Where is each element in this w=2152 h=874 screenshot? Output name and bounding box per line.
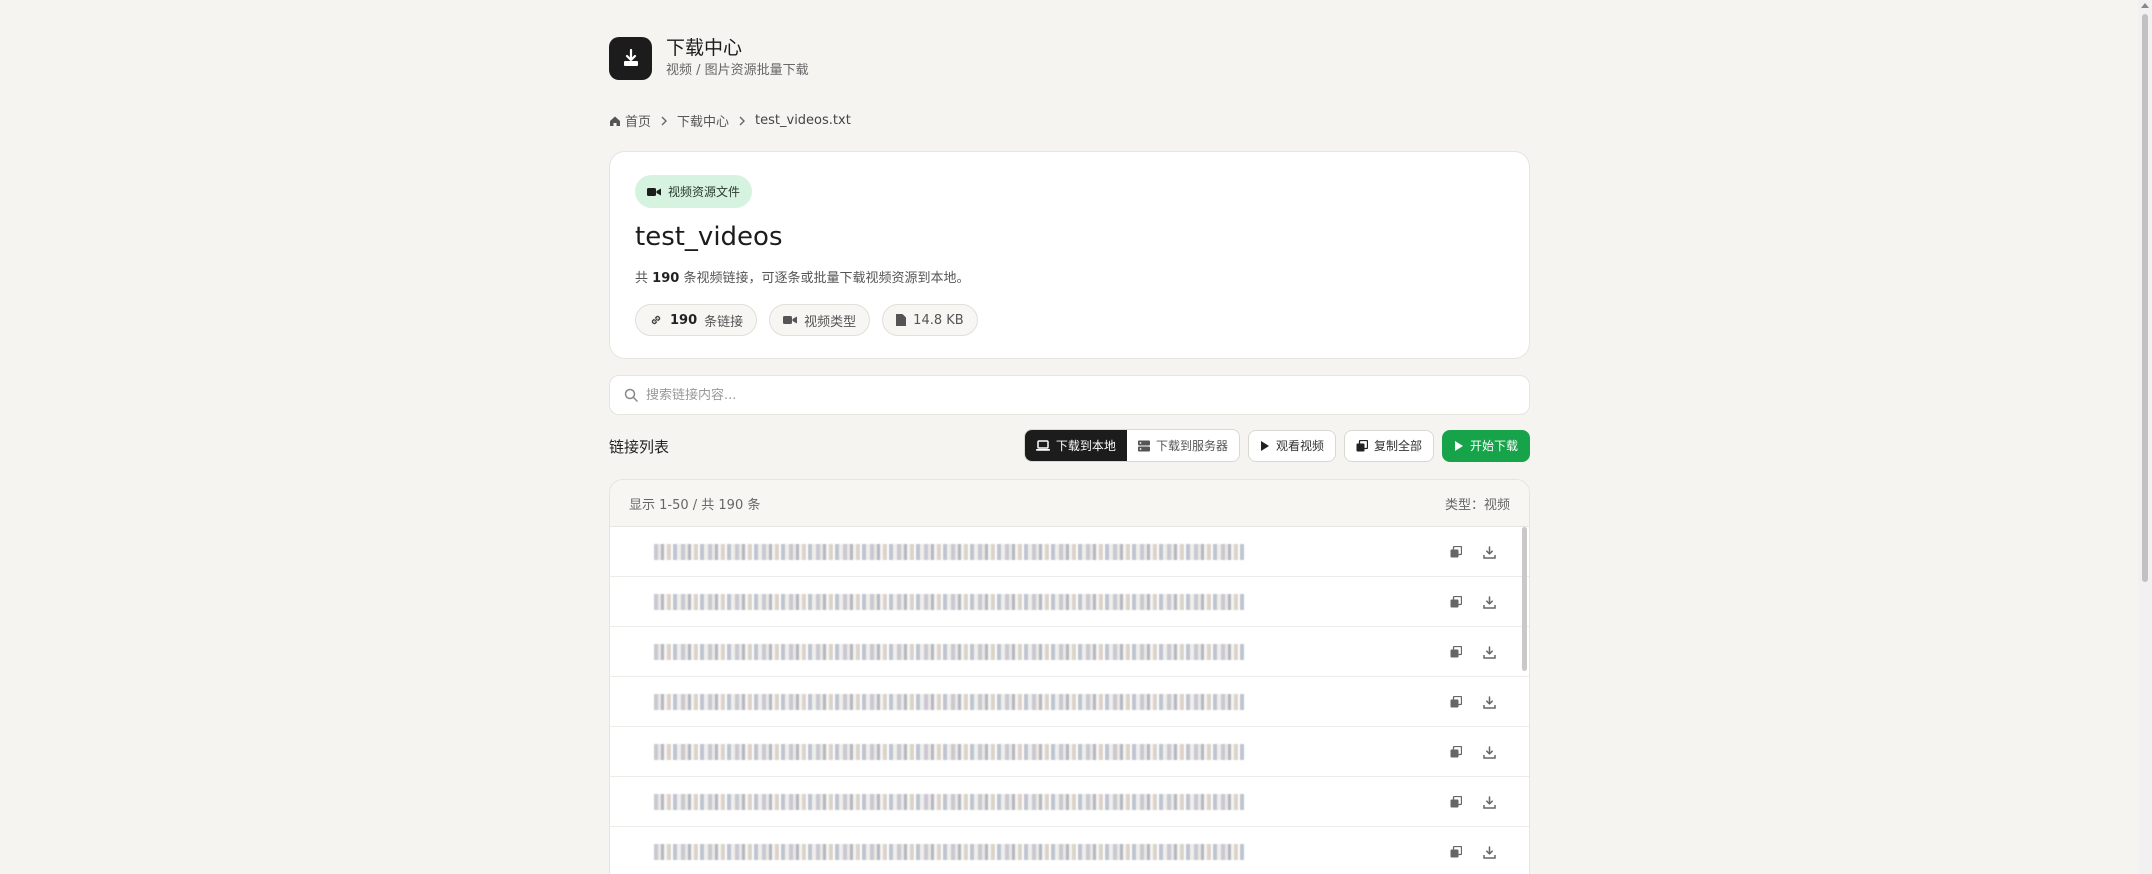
search-input[interactable] <box>646 387 1529 403</box>
watch-video-button[interactable]: 观看视频 <box>1247 429 1336 462</box>
links-count-label: 条链接 <box>704 314 744 330</box>
list-item <box>610 677 1529 727</box>
laptop-icon <box>1035 440 1050 451</box>
copy-icon[interactable] <box>1447 593 1465 611</box>
video-type-chip: 视频类型 <box>769 304 871 336</box>
copy-icon[interactable] <box>1447 843 1465 861</box>
server-icon <box>1137 440 1150 451</box>
watch-video-label: 观看视频 <box>1275 439 1324 453</box>
list-type: 类型：视频 <box>1444 497 1510 513</box>
copy-icon[interactable] <box>1447 693 1465 711</box>
link-list: 显示 1-50 / 共 190 条 类型：视频 <box>609 479 1530 874</box>
list-item <box>610 627 1529 677</box>
file-desc-suffix: 条视频链接，可逐条或批量下载视频资源到本地。 <box>683 271 970 286</box>
download-local-button[interactable]: 下载到本地 <box>1024 430 1127 461</box>
copy-all-label: 复制全部 <box>1373 439 1422 453</box>
link-text[interactable] <box>654 594 1244 610</box>
app-logo <box>609 36 652 80</box>
file-stats: 190 条链接 视频类型 14.8 KB <box>635 304 978 336</box>
list-item <box>610 827 1529 874</box>
download-icon[interactable] <box>1480 793 1498 811</box>
list-item <box>610 527 1529 577</box>
file-size-chip: 14.8 KB <box>882 304 978 336</box>
file-info-card: 视频资源文件 test_videos 共 190 条视频链接，可逐条或批量下载视… <box>609 151 1530 359</box>
download-icon[interactable] <box>1480 593 1498 611</box>
download-icon[interactable] <box>1480 843 1498 861</box>
toolbar: 下载到本地 下载到服务器 观看视频 复制全部 开始下载 <box>1023 429 1530 462</box>
scroll-up-icon[interactable] <box>2141 3 2149 8</box>
window-scrollbar-thumb[interactable] <box>2142 14 2148 582</box>
copy-icon[interactable] <box>1447 793 1465 811</box>
list-range: 显示 1-50 / 共 190 条 <box>629 497 761 513</box>
home-icon <box>610 116 620 126</box>
start-download-label: 开始下载 <box>1469 439 1518 453</box>
play-icon <box>1260 440 1269 451</box>
copy-icon <box>1356 439 1368 451</box>
download-icon[interactable] <box>1480 643 1498 661</box>
link-text[interactable] <box>654 544 1244 560</box>
app-header: 下载中心 视频 / 图片资源批量下载 <box>609 36 809 80</box>
link-text[interactable] <box>654 794 1244 810</box>
file-type-badge: 视频资源文件 <box>635 175 753 208</box>
chevron-right-icon <box>738 116 746 126</box>
list-header: 显示 1-50 / 共 190 条 类型：视频 <box>610 480 1529 527</box>
app-subtitle: 视频 / 图片资源批量下载 <box>666 63 809 78</box>
link-icon <box>651 315 661 325</box>
file-type-badge-label: 视频资源文件 <box>668 185 741 199</box>
file-desc-prefix: 共 <box>635 271 649 286</box>
play-icon <box>1454 440 1463 451</box>
download-icon[interactable] <box>1480 743 1498 761</box>
link-text[interactable] <box>654 644 1244 660</box>
video-type-label: 视频类型 <box>804 314 857 330</box>
breadcrumb: 首页 下载中心 test_videos.txt <box>609 111 851 130</box>
file-description: 共 190 条视频链接，可逐条或批量下载视频资源到本地。 <box>635 267 969 286</box>
copy-all-button[interactable]: 复制全部 <box>1343 429 1434 462</box>
start-download-button[interactable]: 开始下载 <box>1441 429 1530 462</box>
download-local-label: 下载到本地 <box>1055 439 1116 453</box>
download-icon[interactable] <box>1480 693 1498 711</box>
links-count-chip: 190 条链接 <box>635 304 758 336</box>
video-camera-icon <box>647 187 661 196</box>
list-title: 链接列表 <box>609 438 670 456</box>
links-count: 190 <box>670 312 698 328</box>
copy-icon[interactable] <box>1447 743 1465 761</box>
list-item <box>610 777 1529 827</box>
list-scrollbar[interactable] <box>1522 527 1527 671</box>
download-icon[interactable] <box>1480 543 1498 561</box>
search-icon <box>624 388 638 402</box>
list-item <box>610 727 1529 777</box>
download-target-toggle: 下载到本地 下载到服务器 <box>1023 429 1240 462</box>
link-text[interactable] <box>654 744 1244 760</box>
breadcrumb-section[interactable]: 下载中心 <box>677 111 729 130</box>
breadcrumb-home[interactable]: 首页 <box>609 111 651 130</box>
breadcrumb-home-label: 首页 <box>625 115 652 130</box>
chevron-right-icon <box>660 116 668 126</box>
file-desc-count: 190 <box>652 271 680 286</box>
download-icon <box>623 48 638 66</box>
copy-icon[interactable] <box>1447 643 1465 661</box>
file-size: 14.8 KB <box>913 312 964 328</box>
video-camera-icon <box>783 316 798 324</box>
download-server-label: 下载到服务器 <box>1155 439 1228 453</box>
file-title: test_videos <box>635 222 783 252</box>
window-scrollbar[interactable] <box>2138 0 2152 874</box>
copy-icon[interactable] <box>1447 543 1465 561</box>
link-text[interactable] <box>654 694 1244 710</box>
list-item <box>610 577 1529 627</box>
list-rows <box>610 527 1529 874</box>
search-box <box>609 375 1530 415</box>
link-text[interactable] <box>654 844 1244 860</box>
breadcrumb-current: test_videos.txt <box>755 113 851 128</box>
download-server-button[interactable]: 下载到服务器 <box>1126 430 1239 461</box>
file-icon <box>896 314 907 326</box>
app-title: 下载中心 <box>666 37 743 59</box>
